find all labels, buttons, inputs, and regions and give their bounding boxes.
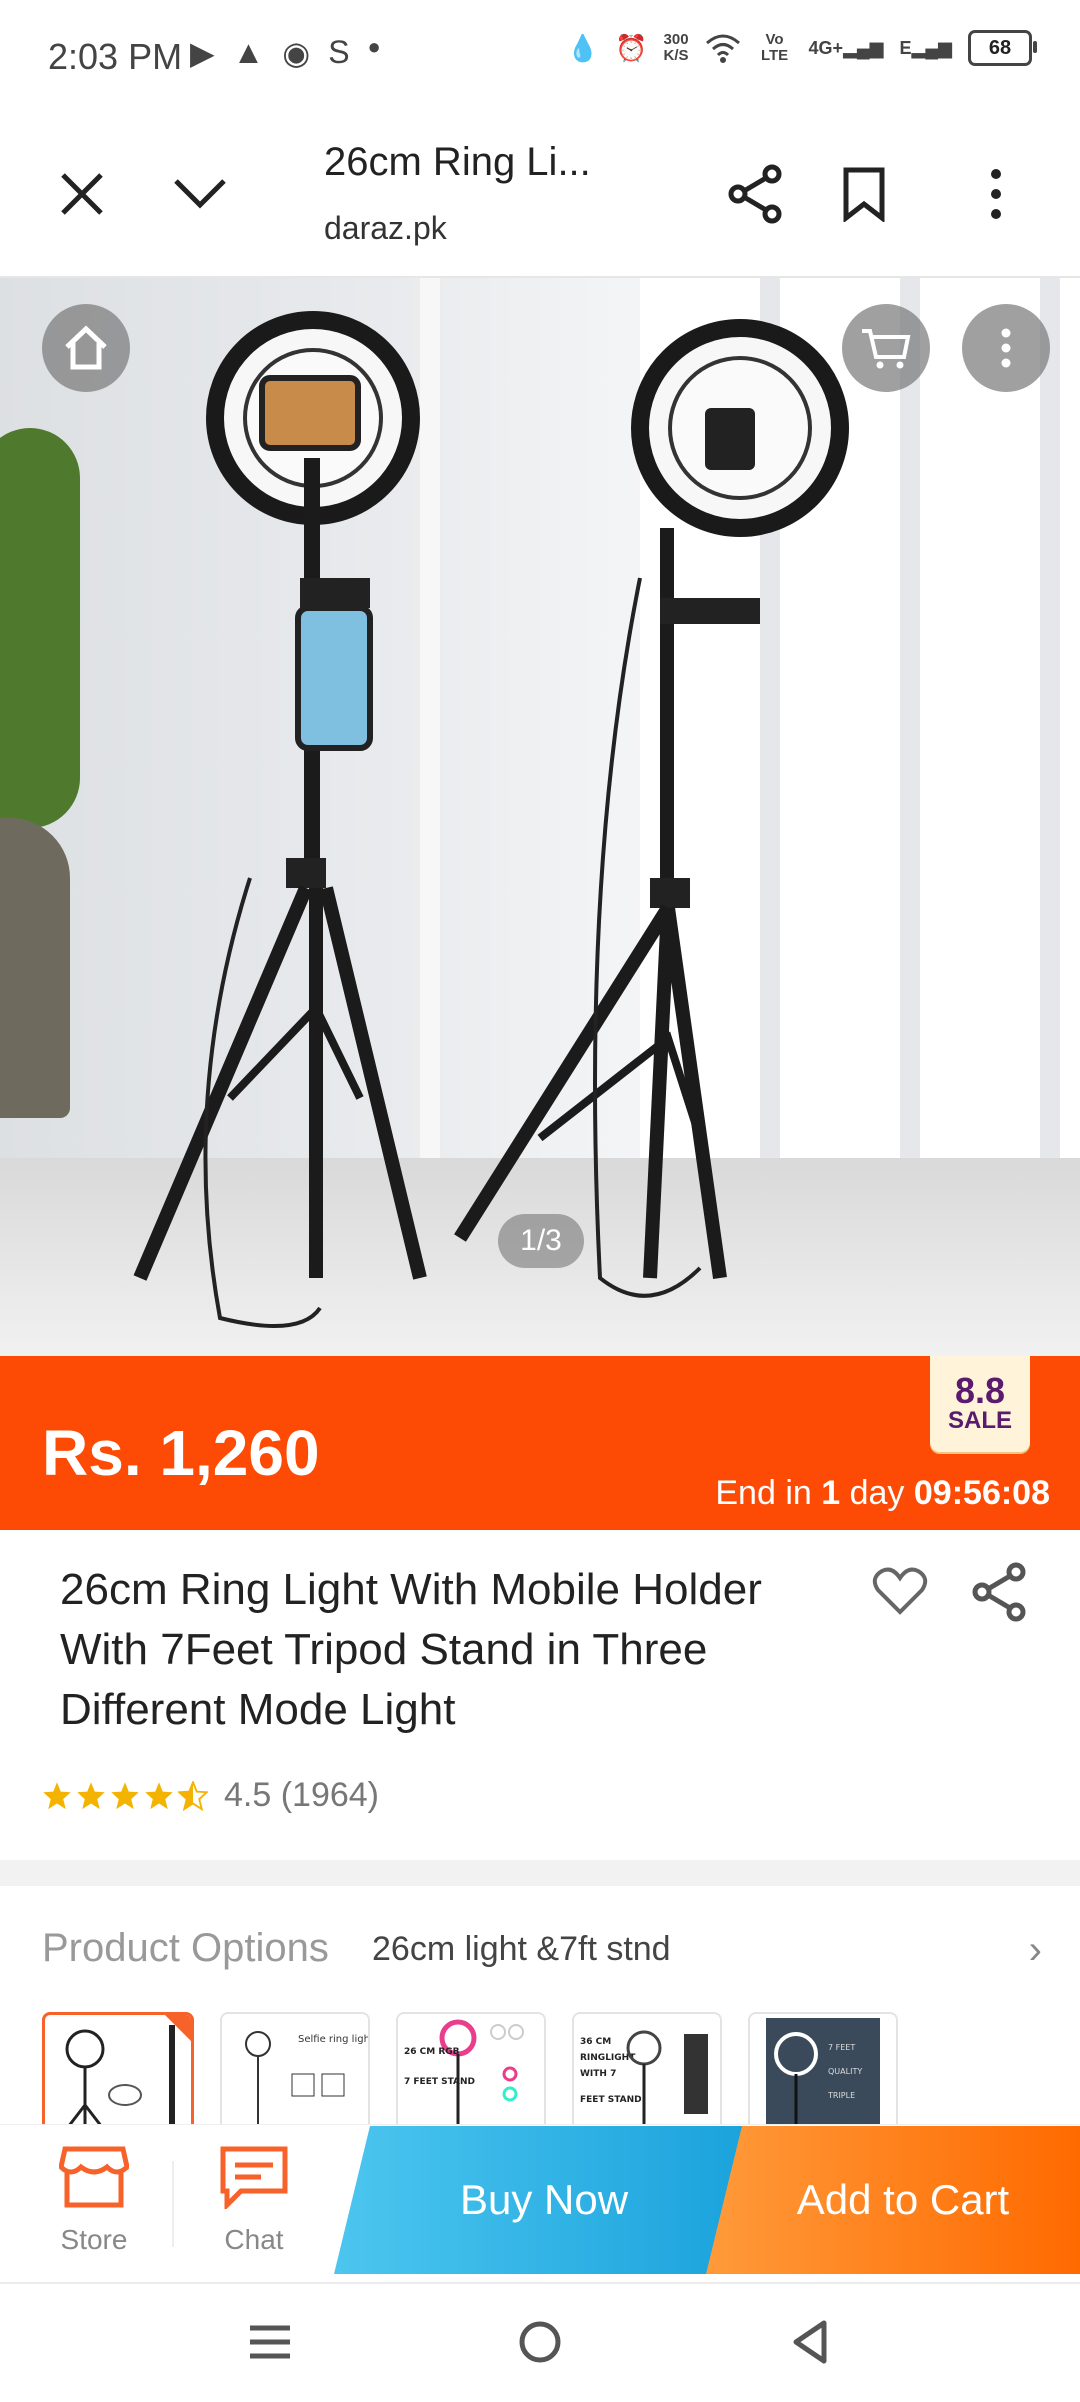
browser-toolbar: 26cm Ring Li... daraz.pk — [0, 110, 1080, 278]
svg-text:36 CM: 36 CM — [580, 2037, 611, 2047]
half-star-icon — [178, 1780, 208, 1811]
add-to-cart-button[interactable]: Add to Cart — [706, 2126, 1080, 2274]
svg-text:WITH 7: WITH 7 — [580, 2069, 616, 2079]
wishlist-button[interactable] — [872, 1566, 942, 1630]
facebook-icon: ◉ — [282, 35, 311, 71]
option-thumb-1[interactable] — [42, 2012, 194, 2134]
home-icon — [65, 325, 107, 370]
svg-text:7 FEET STAND: 7 FEET STAND — [404, 2077, 475, 2087]
product-price: Rs. 1,260 — [42, 1417, 320, 1489]
chat-icon — [220, 2146, 288, 2212]
b-play-icon: ▶ — [190, 35, 215, 71]
signal-4g-icon: 4G+▂▄▆ — [808, 37, 884, 58]
close-icon[interactable] — [42, 154, 122, 234]
option-thumb-2[interactable]: Selfie ring light — [220, 2012, 370, 2132]
share-icon — [972, 1562, 1026, 1622]
chat-label: Chat — [224, 2224, 284, 2255]
image-counter: 1/3 — [498, 1214, 584, 1268]
svg-text:7 FEET: 7 FEET — [828, 2043, 855, 2052]
store-label: Store — [60, 2224, 128, 2255]
system-icons: 💧 ⏰ 300 K/S Vo LTE 4G+▂▄▆ E▂▄▆ 68 — [566, 30, 1037, 66]
recent-apps-icon[interactable] — [240, 2312, 300, 2372]
selected-option: 26cm light &7ft stnd — [372, 1930, 671, 1968]
dot-icon: ● — [367, 34, 381, 59]
battery-icon: 68 — [968, 30, 1037, 66]
network-speed: 300 K/S — [663, 31, 689, 64]
page-title: 26cm Ring Li... — [324, 140, 591, 184]
section-divider — [0, 1860, 1080, 1886]
product-options-label: Product Options — [42, 1926, 329, 1970]
share-icon[interactable] — [716, 154, 796, 234]
s-icon: S — [328, 34, 350, 70]
store-icon — [58, 2146, 130, 2208]
star-icon — [145, 1781, 173, 1809]
product-options-row[interactable]: Product Options 26cm light &7ft stnd › — [42, 1920, 1042, 1980]
snapchat-icon: ▲ — [232, 34, 265, 70]
option-thumb-5[interactable]: 7 FEET QUALITY TRIPLE — [748, 2012, 898, 2132]
star-icon — [77, 1781, 105, 1809]
svg-text:FEET STAND: FEET STAND — [580, 2095, 642, 2105]
option-thumb-4[interactable]: 36 CM RINGLIGHT WITH 7 FEET STAND — [572, 2012, 722, 2132]
wifi-icon — [705, 34, 740, 63]
chevron-right-icon: › — [1028, 1928, 1042, 1972]
product-photo-ring-lights — [133, 311, 849, 1328]
system-nav-bar — [0, 2282, 1080, 2402]
back-icon[interactable] — [780, 2312, 840, 2372]
status-bar: 2:03 PM ▶ ▲ ◉ S ● 💧 ⏰ 300 K/S Vo LTE 4G+… — [0, 0, 1080, 110]
notification-icons: ▶ ▲ ◉ S ● — [190, 34, 381, 72]
drop-icon: 💧 — [566, 32, 600, 63]
sale-countdown: End in 1 day 09:56:08 — [715, 1474, 1050, 1512]
price-bar: Rs. 1,260 8.8 SALE End in 1 day 09:56:08 — [0, 1356, 1080, 1530]
product-rating[interactable]: 4.5 (1964) — [42, 1776, 379, 1815]
signal-e-icon: E▂▄▆ — [899, 37, 952, 58]
chevron-down-icon[interactable] — [160, 154, 240, 234]
star-icon — [111, 1781, 139, 1809]
status-time: 2:03 PM — [48, 36, 183, 77]
buy-now-button[interactable]: Buy Now — [334, 2126, 754, 2274]
option-thumb-3[interactable]: 26 CM RGB 7 FEET STAND — [396, 2012, 546, 2132]
volte-label: Vo LTE — [760, 31, 789, 64]
more-options-icon[interactable] — [956, 154, 1036, 234]
cart-icon — [862, 329, 911, 369]
svg-text:QUALITY: QUALITY — [828, 2067, 862, 2076]
product-image-gallery[interactable]: 1/3 — [0, 278, 1080, 1356]
home-button[interactable] — [42, 304, 130, 392]
product-title: 26cm Ring Light With Mobile Holder With … — [60, 1565, 762, 1734]
heart-icon — [872, 1567, 928, 1615]
svg-text:Selfie ring light: Selfie ring light — [298, 2034, 368, 2045]
product-share-button[interactable] — [970, 1562, 1036, 1628]
svg-text:26 CM RGB: 26 CM RGB — [404, 2047, 460, 2057]
cart-button[interactable] — [842, 304, 930, 392]
store-button[interactable]: Store — [34, 2145, 154, 2256]
bookmark-icon[interactable] — [824, 154, 904, 234]
option-thumbnails: Selfie ring light 26 CM RGB 7 FEET STAND… — [42, 2012, 898, 2134]
more-vertical-icon — [1001, 328, 1011, 368]
page-domain: daraz.pk — [324, 210, 447, 246]
home-nav-icon[interactable] — [510, 2312, 570, 2372]
alarm-icon: ⏰ — [615, 32, 648, 63]
rating-value: 4.5 (1964) — [224, 1776, 379, 1814]
sale-badge: 8.8 SALE — [930, 1356, 1030, 1452]
svg-text:TRIPLE: TRIPLE — [827, 2091, 855, 2100]
chat-button[interactable]: Chat — [194, 2145, 314, 2256]
star-icon — [43, 1781, 71, 1809]
gallery-more-button[interactable] — [962, 304, 1050, 392]
